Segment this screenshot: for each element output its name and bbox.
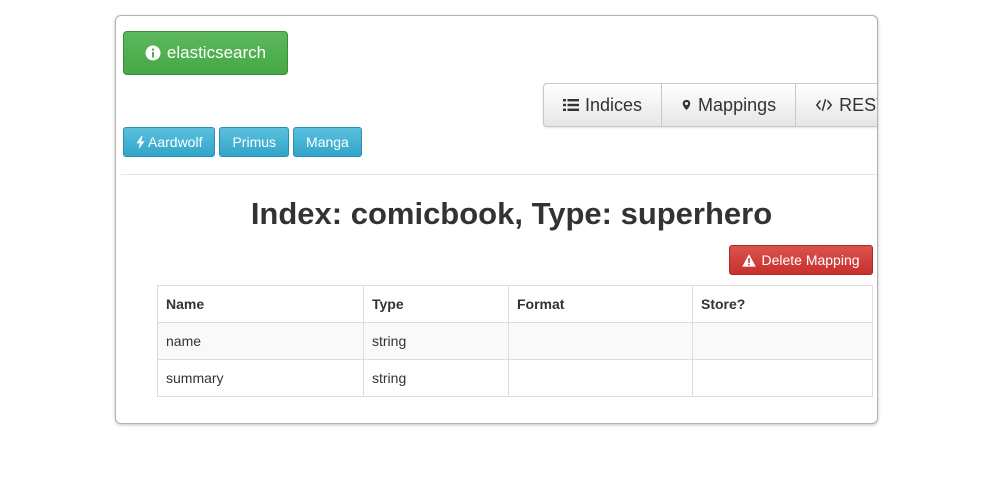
- column-header-store: Store?: [692, 285, 873, 323]
- chip-aardwolf[interactable]: Aardwolf: [123, 127, 216, 157]
- table-row: name string: [157, 322, 873, 360]
- node-chips: Aardwolf Primus Manga: [123, 127, 362, 157]
- table-header-row: Name Type Format Store?: [157, 285, 873, 323]
- cell-name: name: [157, 322, 364, 360]
- tab-label: Indices: [585, 94, 643, 115]
- chip-manga[interactable]: Manga: [293, 127, 362, 157]
- cell-store: [692, 322, 873, 360]
- nav-tabs: Indices Mappings REST: [543, 83, 877, 127]
- brand-button[interactable]: elasticsearch: [123, 31, 288, 75]
- cell-format: [508, 359, 693, 397]
- column-header-type: Type: [363, 285, 509, 323]
- chip-label: Aardwolf: [148, 134, 203, 150]
- cell-type: string: [363, 359, 509, 397]
- delete-mapping-button[interactable]: Delete Mapping: [729, 245, 873, 275]
- tab-label: Mappings: [698, 94, 777, 115]
- tab-mappings[interactable]: Mappings: [662, 84, 797, 126]
- cell-type: string: [363, 322, 509, 360]
- column-header-format: Format: [508, 285, 693, 323]
- divider: [121, 174, 877, 175]
- brand-label: elasticsearch: [166, 43, 267, 62]
- column-header-name: Name: [157, 285, 364, 323]
- chip-label: Primus: [232, 134, 277, 150]
- tab-rest[interactable]: REST: [796, 84, 877, 126]
- cell-name: summary: [157, 359, 364, 397]
- tab-indices[interactable]: Indices: [544, 84, 663, 126]
- main-panel: elasticsearch Indices Mappings RES Aardw…: [115, 15, 878, 424]
- cell-store: [692, 359, 873, 397]
- mapping-table: Name Type Format Store? name string summ…: [157, 285, 873, 397]
- delete-mapping-label: Delete Mapping: [761, 252, 860, 268]
- list-icon: [563, 99, 579, 111]
- bolt-icon: [136, 135, 145, 149]
- warning-icon: [742, 253, 757, 267]
- chip-label: Manga: [306, 134, 349, 150]
- code-icon: [815, 99, 833, 111]
- cell-format: [508, 322, 693, 360]
- tab-label: REST: [839, 94, 877, 115]
- map-marker-icon: [682, 99, 691, 111]
- chip-primus[interactable]: Primus: [219, 127, 290, 157]
- info-circle-icon: [145, 45, 161, 61]
- page-title: Index: comicbook, Type: superhero: [250, 196, 773, 231]
- table-row: summary string: [157, 359, 873, 397]
